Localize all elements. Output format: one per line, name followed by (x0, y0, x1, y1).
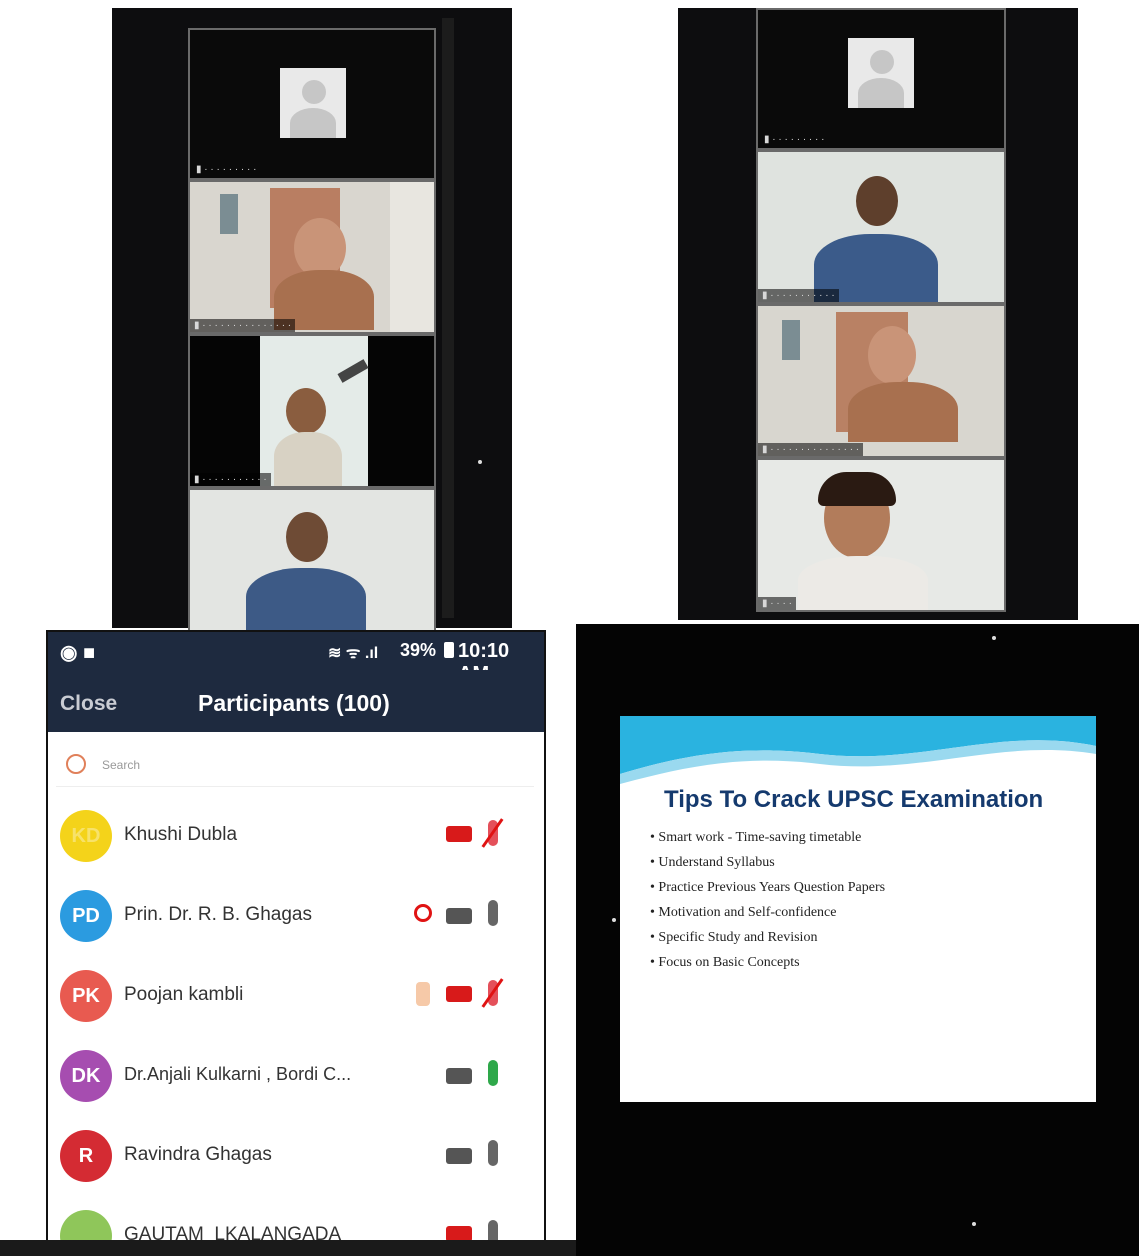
slide-bullet: • Smart work - Time-saving timetable (650, 830, 862, 845)
participant-avatar: PK (60, 970, 112, 1022)
participant-name-label: ▮ · · · · · · · · · · · (758, 289, 839, 302)
participant-row[interactable]: PK Poojan kambli (48, 958, 544, 1038)
app-icons: ◉ ■ (60, 642, 96, 664)
participant-name-label: ▮ · · · · · · · · · (196, 164, 257, 175)
video-off-icon[interactable] (446, 986, 472, 1002)
video-icon[interactable] (446, 1068, 472, 1084)
slide-bullet: • Focus on Basic Concepts (650, 955, 800, 970)
video-tile[interactable] (188, 488, 436, 632)
participant-avatar: KD (60, 810, 112, 862)
participant-name-label: ▮ · · · · · · · · · · · · · · · (758, 443, 864, 456)
participant-row[interactable]: DK Dr.Anjali Kulkarni , Bordi C... (48, 1038, 544, 1118)
raise-hand-icon (416, 982, 430, 1006)
search-input[interactable]: Search (102, 758, 140, 772)
participant-name: Dr.Anjali Kulkarni , Bordi C... (124, 1064, 352, 1084)
battery-icon (444, 642, 454, 658)
slide-wave-banner (620, 716, 1096, 784)
participant-name: Khushi Dubla (124, 824, 238, 845)
slide-bullet: • Specific Study and Revision (650, 930, 818, 945)
avatar (280, 68, 346, 138)
participant-name: Poojan kambli (124, 984, 244, 1005)
status-dot (972, 1222, 976, 1226)
video-gallery-right: ▮ · · · · · · · · · ▮ · · · · · · · · · … (678, 8, 1078, 620)
slide-bullets: • Smart work - Time-saving timetable • U… (650, 830, 1070, 980)
participant-row[interactable]: R Ravindra Ghagas (48, 1118, 544, 1198)
participant-name: Ravindra Ghagas (124, 1144, 272, 1165)
video-tile[interactable]: ▮ · · · · · · · · · · · · · · · (756, 304, 1006, 458)
search-icon (66, 754, 86, 774)
mic-active-icon[interactable] (488, 1060, 498, 1086)
screen-share-view: Tips To Crack UPSC Examination • Smart w… (576, 624, 1139, 1256)
page-title: Participants (100) (198, 690, 390, 716)
participant-name: Prin. Dr. R. B. Ghagas (124, 904, 312, 925)
record-icon (414, 904, 432, 922)
avatar-initials: PK (72, 984, 100, 1007)
mic-icon[interactable] (488, 900, 498, 926)
video-icon[interactable] (446, 1148, 472, 1164)
participants-header: Close Participants (100) (48, 670, 544, 732)
close-button[interactable]: Close (60, 692, 117, 716)
battery-level: 39% (400, 640, 437, 660)
avatar (848, 38, 914, 108)
slide-bullet: • Understand Syllabus (650, 855, 775, 870)
video-tile[interactable]: ▮ · · · · · · · · · · · (188, 334, 436, 488)
avatar-initials: DK (71, 1064, 101, 1087)
slide-bullet: • Practice Previous Years Question Paper… (650, 880, 886, 895)
participant-name-label: ▮ · · · · · · · · · · · · · · · (190, 319, 296, 332)
slide-bullet: • Motivation and Self-confidence (650, 905, 837, 920)
participant-name-label: ▮ · · · · · · · · · (764, 134, 825, 145)
status-dot (992, 636, 996, 640)
video-off-icon[interactable] (446, 826, 472, 842)
participant-row[interactable]: KD Khushi Dubla (48, 798, 544, 878)
participant-avatar: R (60, 1130, 112, 1182)
presentation-slide: Tips To Crack UPSC Examination • Smart w… (620, 716, 1096, 1102)
status-bar: ◉ ■ ≋ ᯤ .ıl 39% 10:10 AM (48, 632, 544, 685)
video-icon[interactable] (446, 908, 472, 924)
video-tile[interactable]: ▮ · · · · · · · · · (188, 28, 436, 180)
scrollbar[interactable] (442, 18, 454, 618)
participant-avatar: DK (60, 1050, 112, 1102)
participants-panel: ◉ ■ ≋ ᯤ .ıl 39% 10:10 AM Close Participa… (46, 630, 546, 1256)
participant-row[interactable]: PD Prin. Dr. R. B. Ghagas (48, 878, 544, 958)
search-bar[interactable]: Search (56, 744, 534, 787)
video-tile[interactable]: ▮ · · · · · · · · · · · (756, 150, 1006, 304)
video-gallery-left: ▮ · · · · · · · · · ▮ · · · · · · · · · … (112, 8, 512, 632)
participant-avatar: PD (60, 890, 112, 942)
slide-title: Tips To Crack UPSC Examination (664, 786, 1044, 813)
status-dot (478, 460, 482, 464)
video-tile[interactable]: ▮ · · · · (756, 458, 1006, 612)
avatar-initials: KD (71, 824, 101, 847)
status-dot (612, 918, 616, 922)
signal-icons: ≋ ᯤ .ıl (328, 645, 379, 662)
avatar-initials: PD (72, 904, 100, 927)
video-tile[interactable]: ▮ · · · · · · · · · · · · · · · (188, 180, 436, 334)
participant-name-label: ▮ · · · · (758, 597, 796, 610)
mic-icon[interactable] (488, 1140, 498, 1166)
avatar-initials: R (78, 1144, 94, 1167)
video-tile[interactable]: ▮ · · · · · · · · · (756, 8, 1006, 150)
participant-name-label: ▮ · · · · · · · · · · · (190, 473, 271, 486)
